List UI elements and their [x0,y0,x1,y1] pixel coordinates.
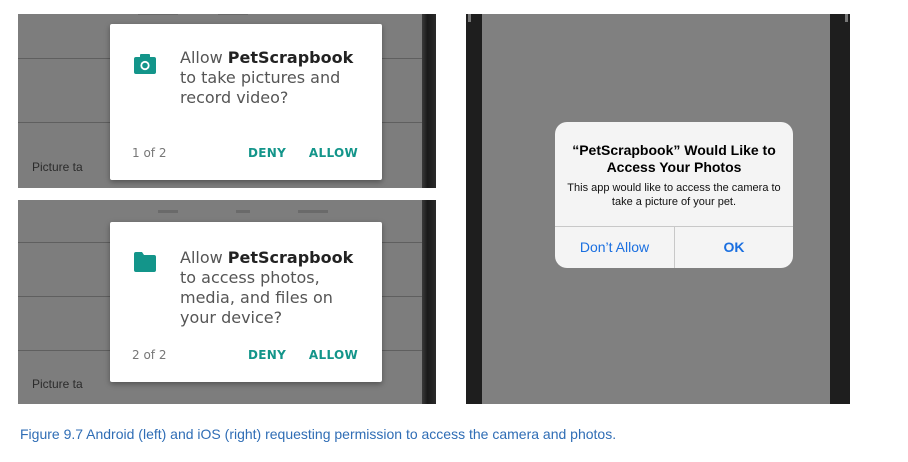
ios-screen: “PetScrapbook” Would Like to Access Your… [482,14,830,404]
phone-bezel [422,14,436,188]
background-fragment [138,14,178,15]
background-fragment [158,210,178,213]
ok-button[interactable]: OK [675,226,793,268]
background-list-text: Picture ta [32,160,83,174]
camera-icon [134,54,156,79]
app-name: PetScrapbook [227,48,354,67]
permission-counter: 1 of 2 [132,146,167,160]
message-prefix: Allow [180,48,228,67]
permission-counter: 2 of 2 [132,348,167,362]
phone-side-button [468,14,471,22]
alert-title: “PetScrapbook” Would Like to Access Your… [572,142,776,175]
android-permission-dialog: Allow PetScrapbook to access photos, med… [110,222,382,382]
ios-photos-permission-screen: “PetScrapbook” Would Like to Access Your… [466,14,850,404]
android-permission-dialog: Allow PetScrapbook to take pictures and … [110,24,382,180]
phone-side-button [845,14,848,22]
app-name: PetScrapbook [227,248,354,267]
message-suffix: to access photos, media, and files on yo… [180,268,333,327]
android-photos-permission-screen: Picture ta Allow PetScrapbook to access … [18,200,436,404]
allow-button[interactable]: ALLOW [309,146,358,160]
deny-button[interactable]: DENY [248,146,286,160]
allow-button[interactable]: ALLOW [309,348,358,362]
message-prefix: Allow [180,248,228,267]
background-fragment [236,210,250,213]
permission-message: Allow PetScrapbook to take pictures and … [180,48,364,108]
phone-bezel [422,200,436,404]
background-list-text: Picture ta [32,377,83,391]
folder-icon [134,252,156,277]
background-fragment [298,210,328,213]
alert-message: This app would like to access the camera… [567,182,781,208]
figure-caption: Figure 9.7 Android (left) and iOS (right… [20,426,617,442]
message-suffix: to take pictures and record video? [180,68,341,107]
android-camera-permission-screen: Picture ta Allow PetScrapbook to take pi… [18,14,436,188]
permission-message: Allow PetScrapbook to access photos, med… [180,248,364,328]
deny-button[interactable]: DENY [248,348,286,362]
dont-allow-button[interactable]: Don’t Allow [555,226,674,268]
background-fragment [218,14,248,15]
ios-permission-alert: “PetScrapbook” Would Like to Access Your… [555,122,793,268]
